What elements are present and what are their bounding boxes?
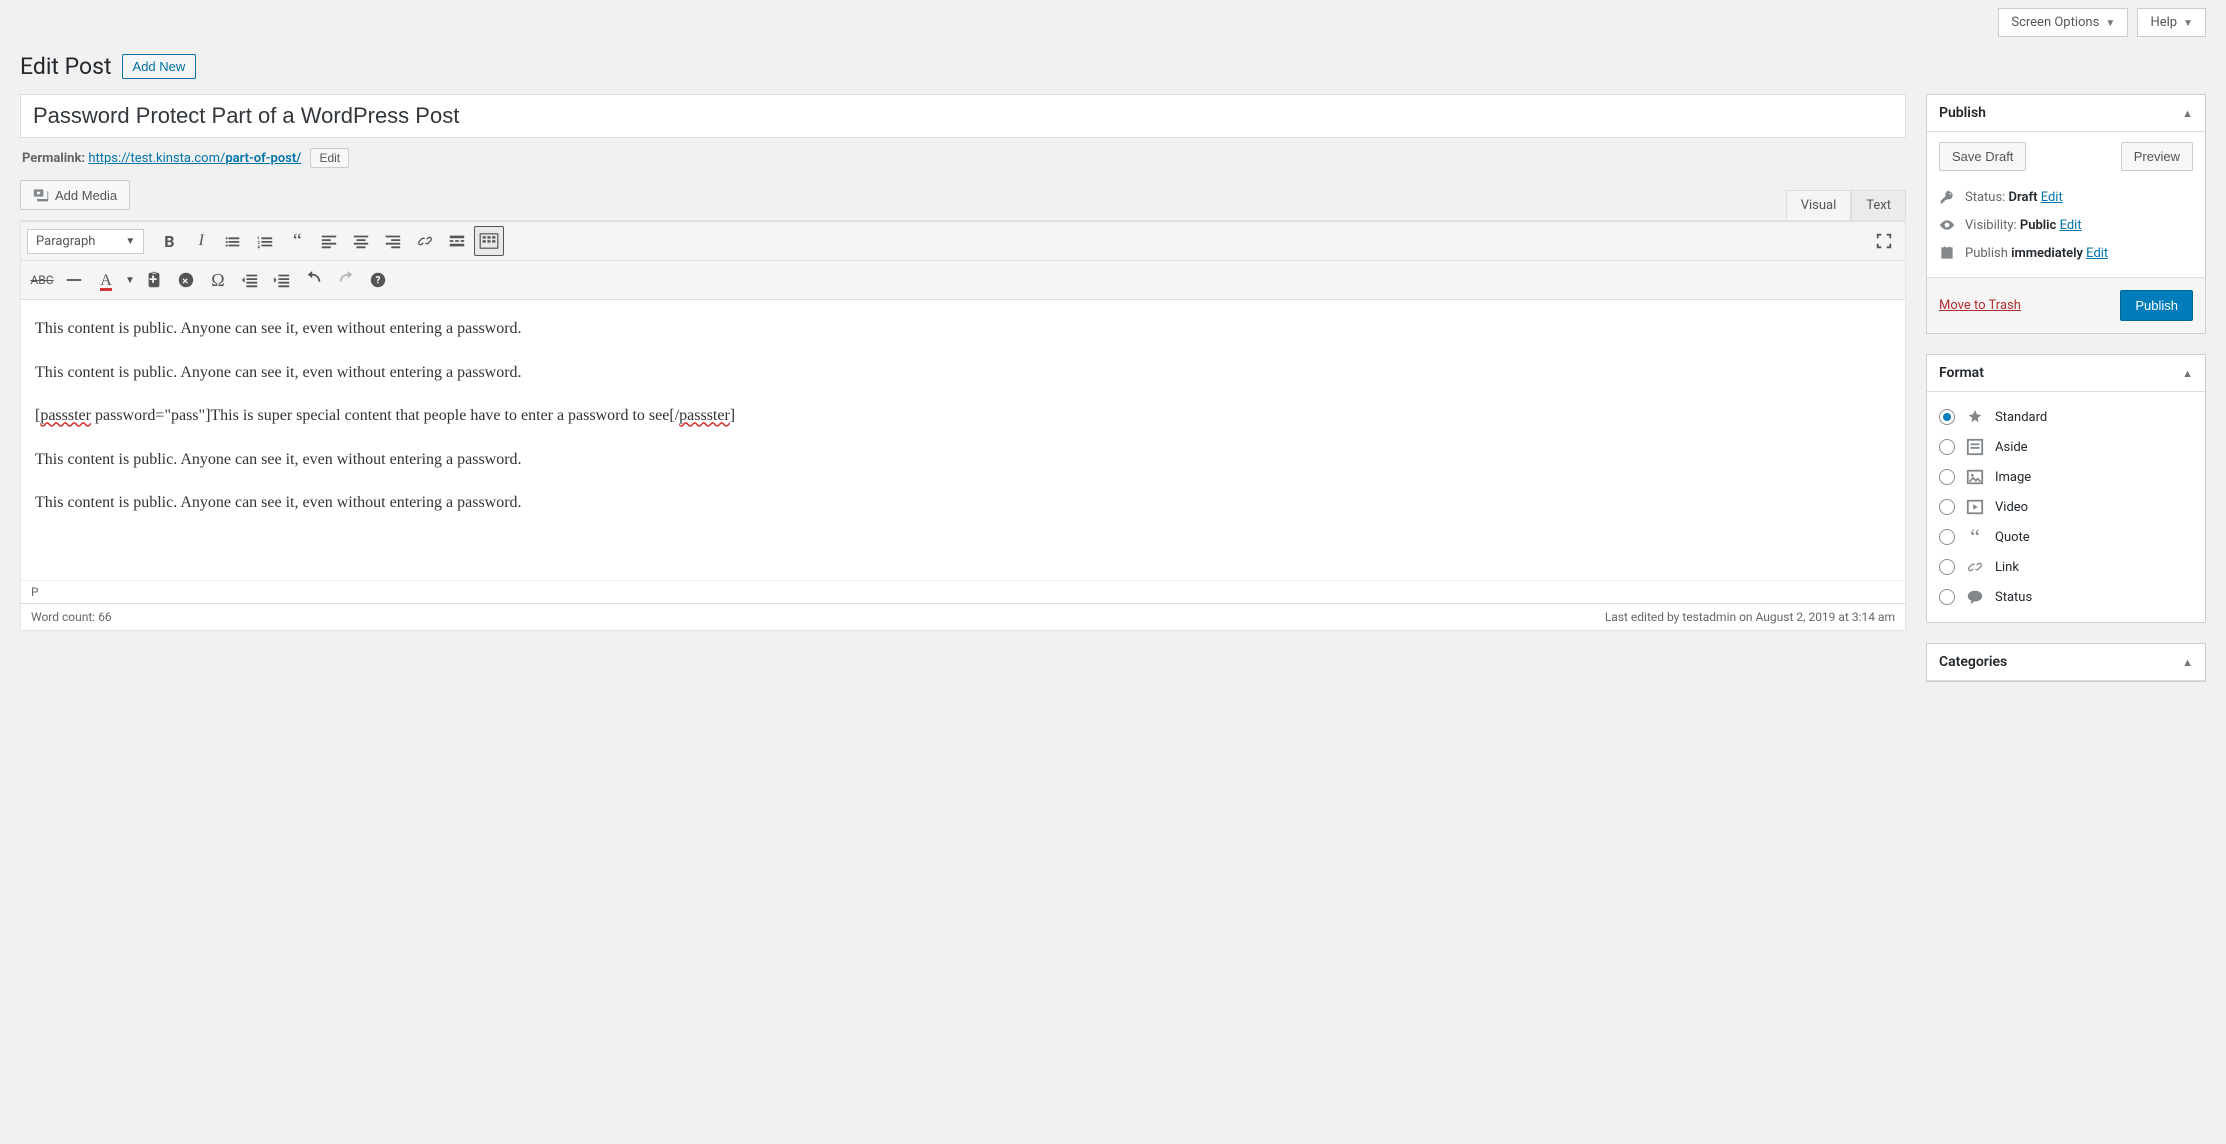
calendar-icon xyxy=(1939,245,1957,261)
categories-metabox: Categories ▲ xyxy=(1926,643,2206,682)
word-count: Word count: 66 xyxy=(31,610,112,624)
indent-button[interactable] xyxy=(267,265,297,295)
strikethrough-button[interactable]: ABC xyxy=(27,265,57,295)
edit-status-link[interactable]: Edit xyxy=(2041,190,2063,205)
outdent-button[interactable] xyxy=(235,265,265,295)
clear-formatting-button[interactable] xyxy=(171,265,201,295)
page-title: Edit Post xyxy=(20,53,112,80)
radio-icon xyxy=(1939,409,1955,425)
help-button[interactable]: Help▼ xyxy=(2137,8,2206,37)
blockquote-button[interactable]: “ xyxy=(282,226,312,256)
aside-icon xyxy=(1965,437,1985,457)
toggle-panel-icon[interactable]: ▲ xyxy=(2182,656,2193,669)
editor-paragraph: This content is public. Anyone can see i… xyxy=(35,360,1891,386)
preview-button[interactable]: Preview xyxy=(2121,142,2193,171)
format-select[interactable]: Paragraph ▼ xyxy=(27,229,144,254)
move-to-trash-link[interactable]: Move to Trash xyxy=(1939,298,2021,313)
radio-icon xyxy=(1939,439,1955,455)
redo-button[interactable] xyxy=(331,265,361,295)
link-button[interactable] xyxy=(410,226,440,256)
chevron-down-icon: ▼ xyxy=(125,236,135,247)
undo-button[interactable] xyxy=(299,265,329,295)
editor-content-area[interactable]: This content is public. Anyone can see i… xyxy=(21,300,1905,580)
format-heading: Format xyxy=(1939,365,1984,381)
paste-text-button[interactable] xyxy=(139,265,169,295)
publish-button[interactable]: Publish xyxy=(2120,290,2193,321)
visibility-icon xyxy=(1939,217,1957,233)
bold-button[interactable]: B xyxy=(154,226,184,256)
align-left-button[interactable] xyxy=(314,226,344,256)
editor-paragraph: This content is public. Anyone can see i… xyxy=(35,447,1891,473)
chevron-down-icon: ▼ xyxy=(2105,18,2115,29)
image-icon xyxy=(1965,467,1985,487)
key-icon xyxy=(1939,189,1957,205)
post-title-input[interactable] xyxy=(20,94,1906,138)
link-icon xyxy=(1965,557,1985,577)
align-right-button[interactable] xyxy=(378,226,408,256)
categories-heading: Categories xyxy=(1939,654,2007,670)
edit-visibility-link[interactable]: Edit xyxy=(2060,218,2082,233)
text-color-dropdown[interactable]: ▼ xyxy=(123,265,137,295)
editor-element-path[interactable]: P xyxy=(21,580,1905,603)
format-option-quote[interactable]: “ Quote xyxy=(1939,522,2193,552)
editor-paragraph: This content is public. Anyone can see i… xyxy=(35,490,1891,516)
align-center-button[interactable] xyxy=(346,226,376,256)
horizontal-rule-button[interactable] xyxy=(59,265,89,295)
tab-text[interactable]: Text xyxy=(1851,190,1906,220)
permalink-row: Permalink: https://test.kinsta.com/part-… xyxy=(20,138,1906,180)
radio-icon xyxy=(1939,589,1955,605)
fullscreen-button[interactable] xyxy=(1869,226,1899,256)
radio-icon xyxy=(1939,529,1955,545)
toggle-panel-icon[interactable]: ▲ xyxy=(2182,367,2193,380)
video-icon xyxy=(1965,497,1985,517)
read-more-button[interactable] xyxy=(442,226,472,256)
format-option-image[interactable]: Image xyxy=(1939,462,2193,492)
add-media-button[interactable]: Add Media xyxy=(20,180,130,210)
radio-icon xyxy=(1939,499,1955,515)
save-draft-button[interactable]: Save Draft xyxy=(1939,142,2026,171)
media-icon xyxy=(33,187,49,203)
permalink-link[interactable]: https://test.kinsta.com/part-of-post/ xyxy=(88,151,301,166)
editor-paragraph: [passster password="pass"]This is super … xyxy=(35,403,1891,429)
toggle-panel-icon[interactable]: ▲ xyxy=(2182,107,2193,120)
format-option-aside[interactable]: Aside xyxy=(1939,432,2193,462)
last-edited: Last edited by testadmin on August 2, 20… xyxy=(1605,610,1895,624)
radio-icon xyxy=(1939,469,1955,485)
quote-icon: “ xyxy=(1965,527,1985,547)
special-character-button[interactable]: Ω xyxy=(203,265,233,295)
edit-schedule-link[interactable]: Edit xyxy=(2086,246,2108,261)
keyboard-help-button[interactable]: ? xyxy=(363,265,393,295)
numbered-list-button[interactable] xyxy=(250,226,280,256)
pushpin-icon xyxy=(1965,407,1985,427)
radio-icon xyxy=(1939,559,1955,575)
tab-visual[interactable]: Visual xyxy=(1786,190,1852,220)
text-color-button[interactable]: A xyxy=(91,265,121,295)
format-option-status[interactable]: Status xyxy=(1939,582,2193,612)
bullet-list-button[interactable] xyxy=(218,226,248,256)
chevron-down-icon: ▼ xyxy=(2183,18,2193,29)
italic-button[interactable]: I xyxy=(186,226,216,256)
editor-paragraph: This content is public. Anyone can see i… xyxy=(35,316,1891,342)
format-option-standard[interactable]: Standard xyxy=(1939,402,2193,432)
publish-metabox: Publish ▲ Save Draft Preview Status: Dra… xyxy=(1926,94,2206,334)
toolbar-toggle-button[interactable] xyxy=(474,226,504,256)
status-icon xyxy=(1965,587,1985,607)
add-new-button[interactable]: Add New xyxy=(122,54,197,79)
svg-text:?: ? xyxy=(376,276,381,287)
format-option-video[interactable]: Video xyxy=(1939,492,2193,522)
format-option-link[interactable]: Link xyxy=(1939,552,2193,582)
edit-permalink-button[interactable]: Edit xyxy=(310,148,349,168)
format-metabox: Format ▲ Standard Aside xyxy=(1926,354,2206,623)
publish-heading: Publish xyxy=(1939,105,1986,121)
screen-options-button[interactable]: Screen Options▼ xyxy=(1998,8,2128,37)
